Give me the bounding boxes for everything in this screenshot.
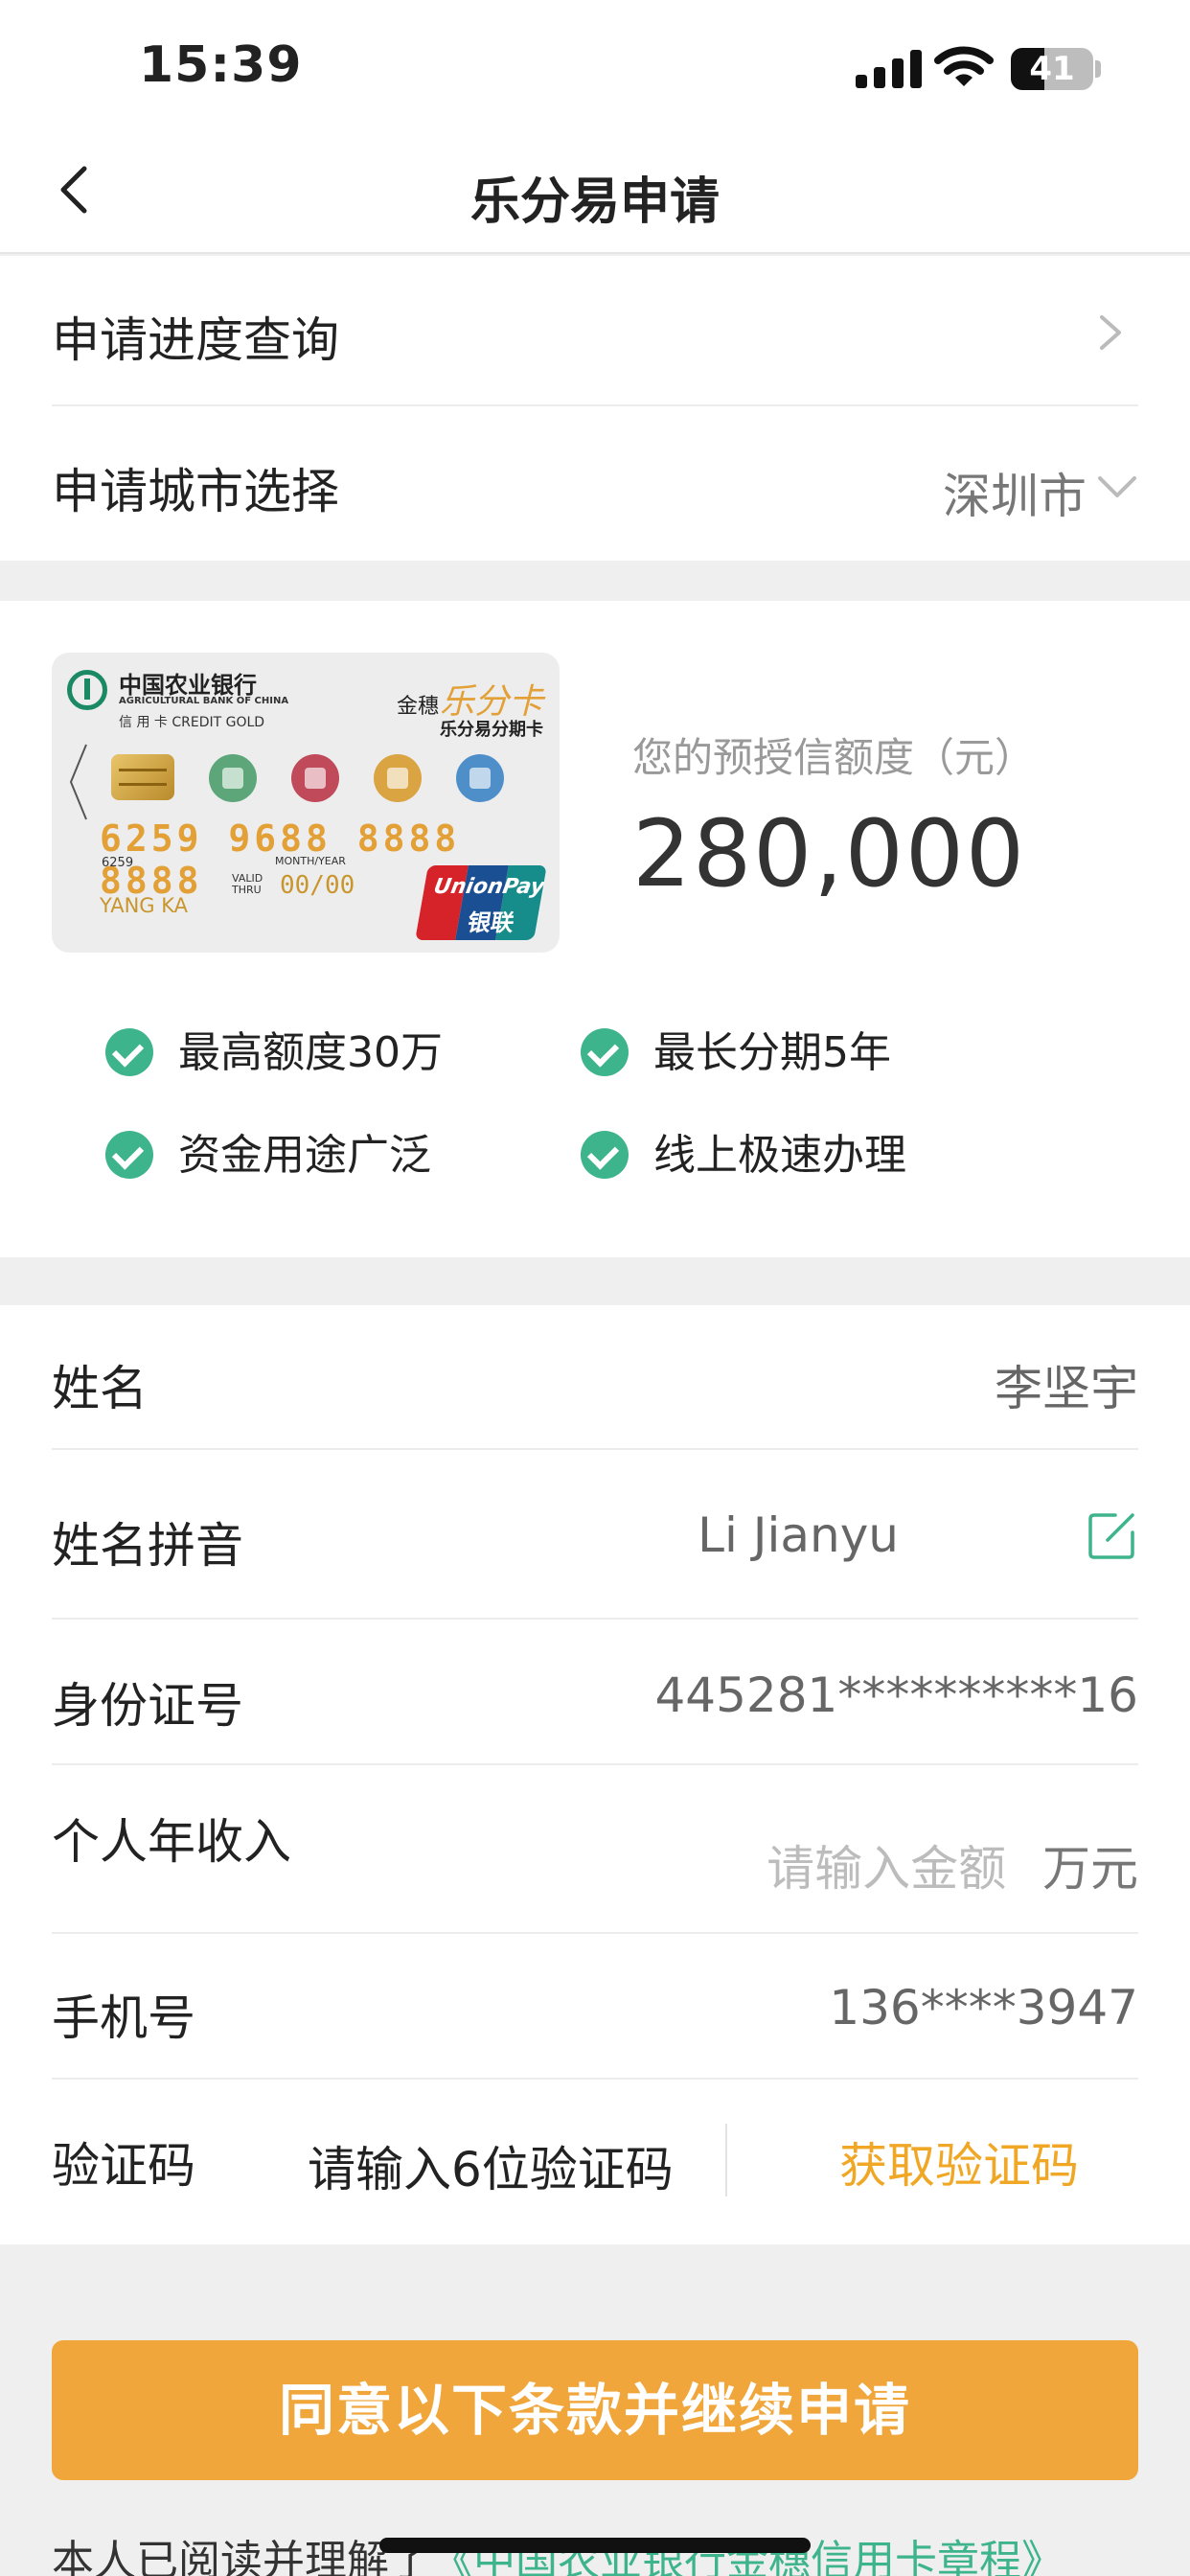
income-row: 个人年收入 请输入金额 万元 — [52, 1765, 1138, 1932]
agreement-prefix: 本人已阅读并理解了 — [52, 2537, 431, 2576]
status-time: 15:39 — [139, 36, 303, 94]
name-row: 姓名 李坚宇 — [52, 1305, 1138, 1449]
brand-prefix: 金穗 — [397, 695, 440, 719]
emblem-icon-2 — [291, 754, 339, 802]
menu-section: 申请进度查询 申请城市选择 深圳市 — [0, 256, 1190, 561]
submit-button[interactable]: 同意以下条款并继续申请 — [52, 2340, 1138, 2480]
name-label: 姓名 — [52, 1361, 148, 1416]
unionpay-cn-text: 银联 — [465, 909, 516, 936]
home-indicator[interactable] — [379, 2538, 811, 2553]
credit-limit-label: 您的预授信额度（元） — [632, 734, 1036, 781]
chip-icon — [111, 754, 174, 800]
battery-tip — [1095, 60, 1101, 78]
page-title: 乐分易申请 — [469, 173, 720, 231]
income-label: 个人年收入 — [52, 1814, 291, 1870]
application-form: 姓名 李坚宇 姓名拼音 Li Jianyu 身份证号 445281*******… — [0, 1305, 1190, 2244]
pinyin-label: 姓名拼音 — [52, 1518, 243, 1574]
progress-query-row[interactable]: 申请进度查询 — [52, 256, 1138, 407]
city-value: 深圳市 — [943, 469, 1087, 524]
emblem-icon-4 — [456, 754, 504, 802]
battery-percentage: 41 — [1029, 50, 1075, 88]
pinyin-value[interactable]: Li Jianyu — [698, 1507, 899, 1563]
status-bar: 15:39 41 — [0, 0, 1190, 134]
id-number-row: 身份证号 445281**********16 — [52, 1620, 1138, 1763]
bank-name: 中国农业银行 — [119, 671, 257, 699]
phone-value: 136****3947 — [829, 1980, 1138, 2036]
city-select-label: 申请城市选择 — [52, 464, 339, 519]
vertical-divider — [725, 2124, 727, 2196]
verification-code-row: 验证码 请输入6位验证码 获取验证码 — [52, 2080, 1138, 2244]
credit-card-section: 中国农业银行 AGRICULTURAL BANK OF CHINA 信 用 卡 … — [0, 601, 1190, 1257]
credit-limit-amount: 280,000 — [632, 800, 1026, 908]
check-circle-icon — [105, 1028, 153, 1076]
income-input[interactable]: 请输入金额 万元 — [767, 1830, 1138, 1899]
card-number-small: 6259 — [102, 856, 134, 870]
check-circle-icon — [581, 1028, 629, 1076]
verification-code-input[interactable]: 请输入6位验证码 — [308, 2131, 674, 2200]
feature-text: 最高额度30万 — [178, 1028, 443, 1077]
card-holder: YANG KA — [100, 894, 188, 917]
progress-query-label: 申请进度查询 — [52, 312, 339, 368]
brand-sub: 乐分易分期卡 — [440, 720, 543, 740]
name-value: 李坚宇 — [995, 1361, 1138, 1416]
nav-bar: 乐分易申请 — [0, 134, 1190, 254]
phone-label: 手机号 — [52, 1990, 195, 2046]
check-circle-icon — [105, 1131, 153, 1179]
card-type: 信 用 卡 CREDIT GOLD — [119, 715, 265, 730]
divider — [52, 404, 1138, 406]
city-select-row[interactable]: 申请城市选择 深圳市 — [52, 407, 1138, 559]
chevron-right-icon — [1100, 315, 1121, 350]
card-image: 中国农业银行 AGRICULTURAL BANK OF CHINA 信 用 卡 … — [52, 653, 560, 953]
income-placeholder: 请输入金额 — [767, 1841, 1007, 1897]
bank-name-en: AGRICULTURAL BANK OF CHINA — [119, 696, 289, 706]
cellular-signal-icon — [856, 50, 923, 88]
card-expiry: 00/00 — [280, 871, 355, 900]
card-left-arrow-icon — [69, 744, 87, 820]
phone-row: 手机号 136****3947 — [52, 1934, 1138, 2078]
emblem-icon-1 — [209, 754, 257, 802]
get-code-button[interactable]: 获取验证码 — [839, 2128, 1079, 2196]
card-month-year: MONTH/YEAR — [275, 855, 346, 867]
edit-icon[interactable] — [1087, 1509, 1138, 1561]
chevron-down-icon — [1098, 476, 1136, 497]
unionpay-text: UnionPay — [431, 875, 547, 899]
abc-logo-icon — [67, 670, 107, 710]
card-valid-thru: VALID THRU — [232, 872, 263, 896]
id-number-label: 身份证号 — [52, 1678, 243, 1734]
feature-text: 线上极速办理 — [653, 1131, 906, 1180]
emblem-icon-3 — [374, 754, 422, 802]
id-number-value: 445281**********16 — [654, 1668, 1139, 1723]
unionpay-logo-icon: UnionPay 银联 — [415, 865, 547, 940]
pinyin-row: 姓名拼音 Li Jianyu — [52, 1450, 1138, 1617]
feature-text: 最长分期5年 — [653, 1028, 891, 1077]
income-unit: 万元 — [1042, 1841, 1138, 1897]
feature-text: 资金用途广泛 — [178, 1131, 431, 1180]
wifi-icon — [934, 46, 994, 86]
battery-icon: 41 — [1011, 48, 1093, 90]
check-circle-icon — [581, 1131, 629, 1179]
verification-code-label: 验证码 — [52, 2138, 195, 2194]
